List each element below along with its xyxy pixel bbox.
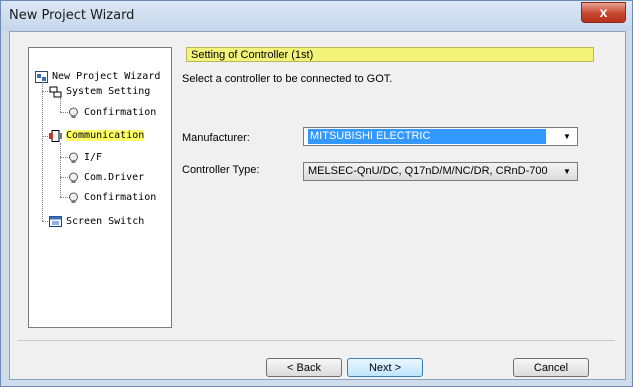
tree-item-new-project-wizard[interactable]: New Project Wizard [35, 69, 160, 84]
controller-type-value: MELSEC-QnU/DC, Q17nD/M/NC/DR, CRnD-700 [308, 165, 548, 177]
tree-label-confirmation-1: Confirmation [84, 107, 157, 118]
tree-item-confirmation-2[interactable]: Confirmation [67, 190, 156, 205]
title-bar: New Project Wizard x [1, 1, 632, 31]
tree-item-com-driver[interactable]: Com.Driver [67, 170, 144, 185]
tree-label-new-project-wizard: New Project Wizard [52, 71, 161, 82]
tree-item-screen-switch[interactable]: Screen Switch [49, 214, 144, 229]
close-icon: x [599, 4, 608, 20]
tree-item-communication[interactable]: Communication [49, 128, 145, 143]
tree-label-system-setting: System Setting [66, 86, 151, 97]
page-header: Setting of Controller (1st) [186, 47, 594, 62]
back-button[interactable]: < Back [266, 358, 342, 377]
tree-item-if[interactable]: I/F [67, 150, 102, 165]
tree-label-com-driver: Com.Driver [84, 172, 145, 183]
controller-type-label: Controller Type: [182, 164, 260, 176]
manufacturer-value: MITSUBISHI ELECTRIC [308, 129, 546, 144]
next-button[interactable]: Next > [347, 358, 423, 377]
chevron-down-icon[interactable]: ▼ [559, 129, 575, 144]
page-description: Select a controller to be connected to G… [182, 73, 393, 85]
chevron-down-icon[interactable]: ▼ [559, 164, 575, 179]
lightbulb-icon [67, 107, 80, 119]
tree-label-screen-switch: Screen Switch [66, 216, 145, 227]
button-separator [18, 340, 615, 341]
communication-icon [49, 129, 62, 142]
window-title: New Project Wizard [9, 8, 135, 23]
system-setting-icon [49, 86, 62, 98]
lightbulb-icon [67, 192, 80, 204]
wizard-client-area: New Project Wizard System Setting Confir… [9, 31, 626, 380]
tree-item-system-setting[interactable]: System Setting [49, 84, 150, 99]
manufacturer-label: Manufacturer: [182, 132, 250, 144]
tree-label-communication: Communication [66, 130, 145, 141]
tree-label-if: I/F [84, 152, 103, 163]
close-button[interactable]: x [581, 2, 626, 23]
controller-type-dropdown[interactable]: MELSEC-QnU/DC, Q17nD/M/NC/DR, CRnD-700 ▼ [303, 162, 578, 181]
cancel-button[interactable]: Cancel [513, 358, 589, 377]
lightbulb-icon [67, 152, 80, 164]
wizard-step-tree: New Project Wizard System Setting Confir… [28, 47, 172, 328]
manufacturer-dropdown[interactable]: MITSUBISHI ELECTRIC ▼ [303, 127, 578, 146]
screen-switch-icon [49, 215, 62, 228]
lightbulb-icon [67, 172, 80, 184]
tree-item-confirmation-1[interactable]: Confirmation [67, 105, 156, 120]
wizard-window: New Project Wizard x New Project Wizard … [0, 0, 633, 387]
tree-label-confirmation-2: Confirmation [84, 192, 157, 203]
wizard-icon [35, 70, 48, 83]
